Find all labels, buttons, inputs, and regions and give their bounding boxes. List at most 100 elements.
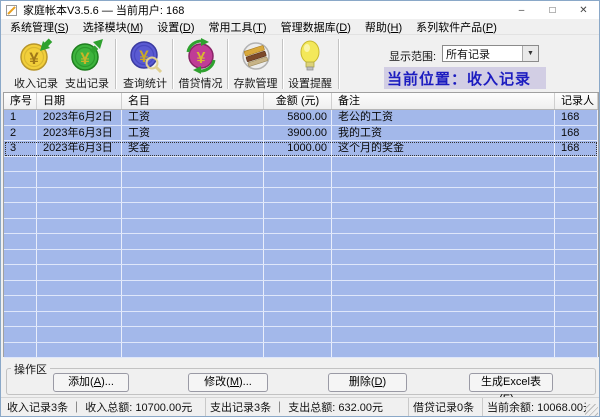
deposit-management-button[interactable]: 存款管理 xyxy=(231,38,280,90)
col-header-note[interactable]: 备注 xyxy=(332,93,555,109)
menu-system-manage[interactable]: 系统管理(S) xyxy=(3,19,76,35)
empty-cell xyxy=(4,234,37,249)
query-statistics-button[interactable]: ¥ 查询统计 xyxy=(120,38,170,90)
status-balance: 当前余额: 10068.00元 xyxy=(483,398,586,417)
cell-item: 奖金 xyxy=(122,141,264,156)
menu-software-series[interactable]: 系列软件产品(P) xyxy=(409,19,504,35)
empty-cell xyxy=(4,219,37,234)
empty-cell xyxy=(37,327,122,342)
col-header-item[interactable]: 名目 xyxy=(122,93,264,109)
app-window: 家庭帐本V3.5.6 — 当前用户: 168 – □ ✕ 系统管理(S) 选择模… xyxy=(0,0,600,417)
col-header-recorder[interactable]: 记录人 xyxy=(555,93,598,109)
toolbar-label: 支出记录 xyxy=(65,75,109,91)
empty-cell xyxy=(4,203,37,218)
toolbar-separator xyxy=(115,39,117,89)
empty-cell xyxy=(122,327,264,342)
status-bar: 收入记录3条 ｜ 收入总额: 10700.00元 支出记录3条 ｜ 支出总额: … xyxy=(1,397,599,417)
table-row[interactable]: 2 2023年6月3日 工资 3900.00 我的工资 168 xyxy=(4,126,598,142)
resize-grip[interactable] xyxy=(585,404,598,417)
menu-text: 帮助( xyxy=(365,22,391,34)
empty-cell xyxy=(264,296,332,311)
close-button[interactable]: ✕ xyxy=(568,1,599,19)
empty-cell xyxy=(122,157,264,172)
empty-cell xyxy=(122,312,264,327)
menu-text: 管理数据库( xyxy=(281,22,340,34)
current-location-banner: 当前位置：收入记录 xyxy=(384,67,546,89)
table-row-empty xyxy=(4,157,598,173)
reminder-bulb-icon xyxy=(292,38,328,74)
empty-cell xyxy=(332,327,555,342)
empty-cell xyxy=(4,172,37,187)
empty-cell xyxy=(4,296,37,311)
empty-cell xyxy=(264,265,332,280)
delete-button[interactable]: 删除(D) xyxy=(328,373,407,392)
col-header-date[interactable]: 日期 xyxy=(37,93,122,109)
empty-cell xyxy=(264,188,332,203)
add-button[interactable]: 添加(A)... xyxy=(53,373,129,392)
status-income-summary: 收入记录3条 ｜ 收入总额: 10700.00元 xyxy=(3,398,206,417)
deposit-cards-icon xyxy=(238,38,274,74)
button-accesskey: M xyxy=(230,376,239,388)
empty-cell xyxy=(555,250,598,265)
minimize-button[interactable]: – xyxy=(506,1,537,19)
empty-cell xyxy=(332,312,555,327)
toolbar-label: 查询统计 xyxy=(123,75,167,91)
empty-cell xyxy=(555,203,598,218)
empty-cell xyxy=(37,234,122,249)
empty-cell xyxy=(37,343,122,358)
display-range-value: 所有记录 xyxy=(443,46,522,62)
empty-cell xyxy=(264,219,332,234)
empty-cell xyxy=(4,343,37,358)
display-range-select[interactable]: 所有记录 ▼ xyxy=(442,45,539,62)
table-row-empty xyxy=(4,296,598,312)
menu-manage-database[interactable]: 管理数据库(D) xyxy=(274,19,358,35)
status-expense-summary: 支出记录3条 ｜ 支出总额: 632.00元 xyxy=(206,398,409,417)
expense-records-button[interactable]: ¥ 支出记录 xyxy=(62,38,112,90)
cell-item: 工资 xyxy=(122,110,264,125)
menu-settings[interactable]: 设置(D) xyxy=(150,19,201,35)
menu-text: ) xyxy=(65,22,69,34)
income-records-button[interactable]: ¥ 收入记录 xyxy=(11,38,61,90)
empty-cell xyxy=(264,327,332,342)
empty-cell xyxy=(264,343,332,358)
menu-accesskey: D xyxy=(183,22,191,34)
col-header-no[interactable]: 序号 xyxy=(4,93,37,109)
empty-cell xyxy=(555,172,598,187)
empty-cell xyxy=(4,281,37,296)
generate-excel-button[interactable]: 生成Excel表(E)... xyxy=(469,373,553,392)
table-row-empty xyxy=(4,281,598,297)
display-range-label: 显示范围: xyxy=(389,48,436,64)
loan-status-icon: ¥ xyxy=(183,38,219,74)
maximize-button[interactable]: □ xyxy=(537,1,568,19)
table-row-selected[interactable]: 3 2023年6月3日 奖金 1000.00 这个月的奖金 168 xyxy=(4,141,598,157)
edit-button[interactable]: 修改(M)... xyxy=(188,373,268,392)
menu-help[interactable]: 帮助(H) xyxy=(358,19,409,35)
svg-text:¥: ¥ xyxy=(196,50,205,67)
app-icon xyxy=(6,5,17,16)
col-header-amount[interactable]: 金额 (元) xyxy=(264,93,332,109)
empty-cell xyxy=(555,343,598,358)
table-row-empty xyxy=(4,343,598,359)
expense-coin-icon: ¥ xyxy=(69,38,105,74)
empty-cell xyxy=(122,234,264,249)
empty-cell xyxy=(4,327,37,342)
empty-cell xyxy=(332,281,555,296)
table-row[interactable]: 1 2023年6月2日 工资 5800.00 老公的工资 168 xyxy=(4,110,598,126)
cell-recorder: 168 xyxy=(555,110,598,125)
empty-cell xyxy=(555,234,598,249)
empty-cell xyxy=(555,265,598,280)
empty-cell xyxy=(332,343,555,358)
loan-status-button[interactable]: ¥ 借贷情况 xyxy=(176,38,225,90)
chevron-down-icon[interactable]: ▼ xyxy=(522,46,538,61)
set-reminder-button[interactable]: 设置提醒 xyxy=(285,38,335,90)
menu-common-tools[interactable]: 常用工具(T) xyxy=(202,19,274,35)
empty-cell xyxy=(4,188,37,203)
empty-cell xyxy=(122,343,264,358)
cell-note: 老公的工资 xyxy=(332,110,555,125)
empty-cell xyxy=(264,203,332,218)
menu-text: 设置( xyxy=(157,22,183,34)
menu-select-module[interactable]: 选择模块(M) xyxy=(76,19,151,35)
button-accesskey: A xyxy=(94,376,101,388)
empty-cell xyxy=(264,281,332,296)
toolbar-separator xyxy=(338,39,340,89)
